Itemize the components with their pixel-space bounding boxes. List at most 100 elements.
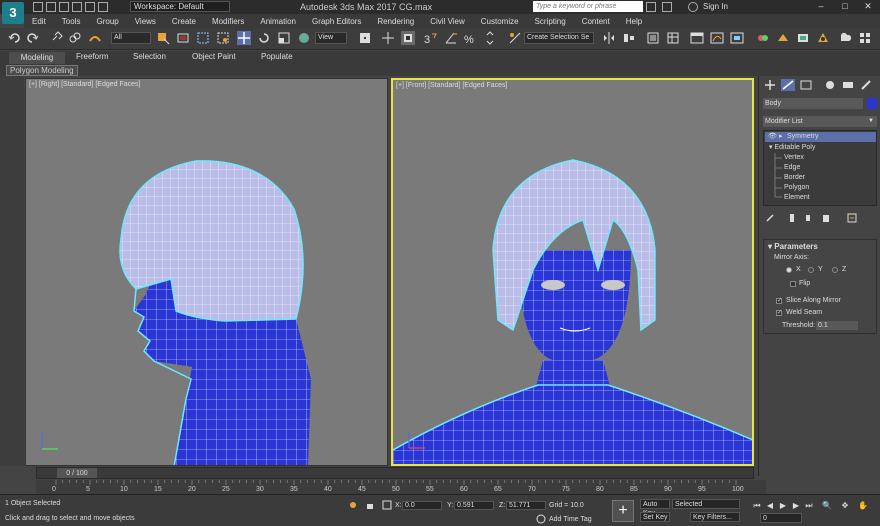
- modifier-list-dropdown[interactable]: Modifier List ▼: [763, 116, 877, 127]
- polygon-modeling-panel[interactable]: Polygon Modeling: [6, 65, 78, 76]
- menu-item-rendering[interactable]: Rendering: [369, 17, 422, 26]
- align-icon[interactable]: [622, 31, 636, 45]
- stack-item-edge[interactable]: Edge: [784, 163, 800, 173]
- axis-y-radio[interactable]: [808, 267, 814, 273]
- next-frame-icon[interactable]: ▶: [791, 501, 801, 511]
- rectangular-selection-icon[interactable]: [196, 31, 210, 45]
- tab-modeling[interactable]: Modeling: [9, 52, 65, 64]
- menu-item-group[interactable]: Group: [88, 17, 126, 26]
- unlink-icon[interactable]: [68, 31, 82, 45]
- stack-item-symmetry[interactable]: 👁 ▸ Symmetry: [765, 132, 876, 142]
- a360-gallery-icon[interactable]: [858, 31, 872, 45]
- stack-item-polygon[interactable]: Polygon: [784, 183, 809, 193]
- curve-editor-icon[interactable]: [710, 31, 724, 45]
- select-by-name-icon[interactable]: [176, 31, 190, 45]
- menu-item-views[interactable]: Views: [127, 17, 164, 26]
- maximize-button[interactable]: □: [834, 0, 856, 12]
- render-production-icon[interactable]: [816, 31, 830, 45]
- utilities-tab-icon[interactable]: [859, 79, 873, 91]
- parameters-title[interactable]: ▾ Parameters: [768, 242, 818, 251]
- menu-item-edit[interactable]: Edit: [24, 17, 54, 26]
- schematic-view-icon[interactable]: [730, 31, 744, 45]
- keyboard-shortcut-override-icon[interactable]: [401, 31, 415, 45]
- viewport-label[interactable]: [+] [Front] [Standard] [Edged Faces]: [396, 82, 507, 89]
- go-to-start-icon[interactable]: ⏮: [752, 501, 762, 511]
- remove-modifier-icon[interactable]: [821, 213, 831, 223]
- key-filters-button[interactable]: Key Filters...: [690, 512, 740, 522]
- user-icon[interactable]: [688, 2, 698, 12]
- previous-frame-icon[interactable]: ◀: [765, 501, 775, 511]
- render-in-cloud-icon[interactable]: [838, 31, 852, 45]
- menu-item-tools[interactable]: Tools: [54, 17, 89, 26]
- selection-lock-icon[interactable]: [365, 500, 375, 510]
- stack-item-editable-poly[interactable]: ▾ Editable Poly: [769, 143, 815, 153]
- object-name-field[interactable]: Body: [763, 98, 863, 109]
- isolate-selection-icon[interactable]: [348, 500, 358, 510]
- menu-item-customize[interactable]: Customize: [473, 17, 527, 26]
- set-key-button[interactable]: Set Key: [640, 512, 670, 522]
- percent-snap-icon[interactable]: %: [463, 31, 477, 45]
- menu-item-create[interactable]: Create: [164, 17, 204, 26]
- redo-icon[interactable]: [25, 31, 39, 45]
- undo-icon[interactable]: [8, 31, 22, 45]
- app-logo[interactable]: 3: [2, 2, 24, 24]
- named-selection-sets-dropdown[interactable]: Create Selection Se: [524, 32, 594, 44]
- pin-stack-icon[interactable]: [765, 213, 775, 223]
- key-mode-dropdown[interactable]: Selected: [672, 499, 740, 509]
- stack-item-vertex[interactable]: Vertex: [784, 153, 804, 163]
- eye-icon[interactable]: 👁: [768, 132, 777, 142]
- expand-arrow-icon[interactable]: ▸: [779, 132, 783, 142]
- save-icon[interactable]: [59, 2, 69, 12]
- hierarchy-tab-icon[interactable]: [799, 79, 813, 91]
- absolute-transform-icon[interactable]: [382, 500, 392, 510]
- add-time-tag-button[interactable]: Add Time Tag: [549, 516, 592, 523]
- show-end-result-icon[interactable]: [787, 213, 797, 223]
- stack-item-element[interactable]: Element: [784, 193, 810, 203]
- pan-icon[interactable]: ✋: [858, 501, 868, 511]
- menu-item-graph-editors[interactable]: Graph Editors: [304, 17, 369, 26]
- stack-item-border[interactable]: Border: [784, 173, 805, 183]
- search-input[interactable]: Type a keyword or phrase: [533, 1, 643, 12]
- orbit-icon[interactable]: ✥: [840, 501, 850, 511]
- angle-snap-icon[interactable]: [444, 31, 458, 45]
- set-key-plus-button[interactable]: +: [612, 500, 634, 522]
- create-tab-icon[interactable]: [763, 79, 777, 91]
- edit-named-selection-icon[interactable]: [508, 31, 522, 45]
- select-and-scale-icon[interactable]: [277, 31, 291, 45]
- workspace-dropdown[interactable]: Workspace: Default: [130, 1, 230, 12]
- select-object-icon[interactable]: [156, 31, 170, 45]
- spinner-snap-icon[interactable]: [483, 31, 497, 45]
- modify-tab-icon[interactable]: [781, 79, 795, 91]
- render-setup-icon[interactable]: [776, 31, 790, 45]
- select-and-place-icon[interactable]: [297, 31, 311, 45]
- time-tag-icon[interactable]: [536, 514, 546, 524]
- tab-selection[interactable]: Selection: [133, 52, 166, 61]
- use-pivot-center-icon[interactable]: [358, 31, 372, 45]
- motion-tab-icon[interactable]: [823, 79, 837, 91]
- undo-icon[interactable]: [72, 2, 82, 12]
- menu-item-civil-view[interactable]: Civil View: [422, 17, 473, 26]
- project-folder-icon[interactable]: [98, 2, 108, 12]
- binoculars-icon[interactable]: [646, 2, 656, 12]
- open-file-icon[interactable]: [46, 2, 56, 12]
- axis-z-radio[interactable]: [832, 267, 838, 273]
- layer-explorer-icon[interactable]: [666, 31, 680, 45]
- selection-filter-dropdown[interactable]: All: [111, 32, 151, 44]
- favorites-icon[interactable]: [662, 2, 672, 12]
- material-editor-icon[interactable]: [756, 31, 770, 45]
- minimize-button[interactable]: –: [810, 0, 832, 12]
- menu-item-modifiers[interactable]: Modifiers: [204, 17, 252, 26]
- menu-item-scripting[interactable]: Scripting: [527, 17, 574, 26]
- slice-along-mirror-checkbox[interactable]: ✓: [776, 298, 782, 304]
- configure-modifier-sets-icon[interactable]: [847, 213, 857, 223]
- track-bar[interactable]: 0 5 10 15 20 25 30 35 40 45 50 55 60 65 70 75 80 85 90 95 10…: [36, 480, 766, 494]
- tab-object-paint[interactable]: Object Paint: [192, 52, 236, 61]
- threshold-spinner[interactable]: 0.1: [816, 321, 858, 330]
- make-unique-icon[interactable]: [803, 213, 813, 223]
- sign-in-button[interactable]: Sign In: [703, 2, 728, 11]
- zoom-icon[interactable]: 🔍: [822, 501, 832, 511]
- go-to-end-icon[interactable]: ⏭: [804, 501, 814, 511]
- axis-x-radio[interactable]: [786, 267, 792, 273]
- snaps-toggle-icon[interactable]: 3: [423, 31, 437, 45]
- time-slider[interactable]: 0 / 100: [36, 467, 754, 479]
